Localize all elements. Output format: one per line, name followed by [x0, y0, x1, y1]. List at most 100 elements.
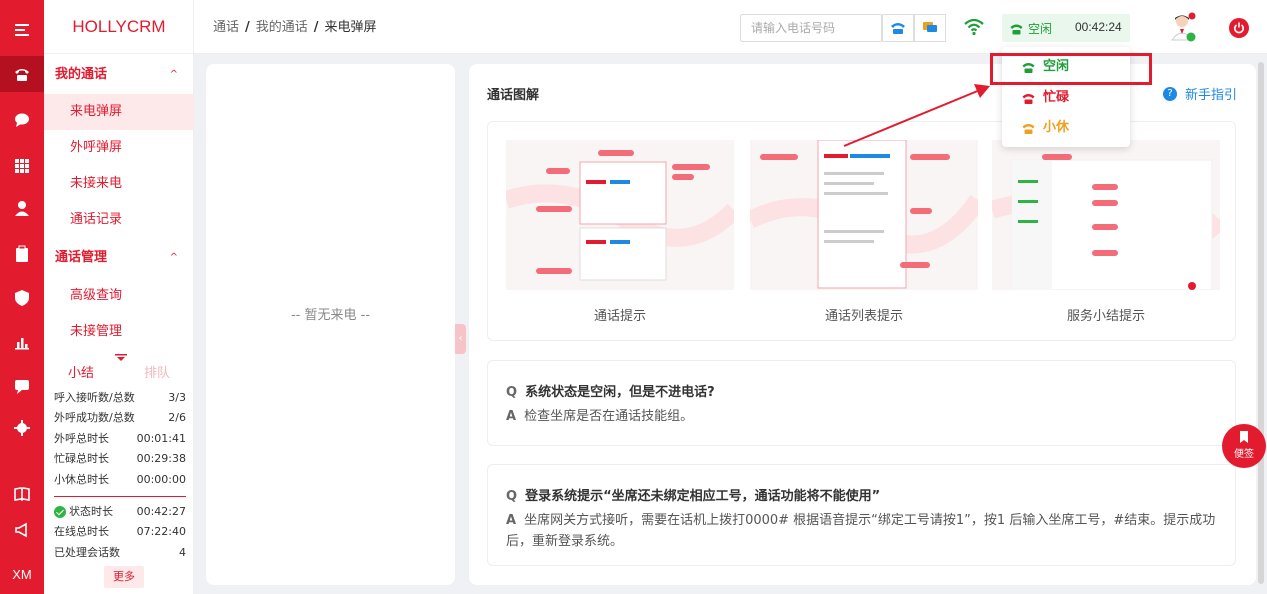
highlight-box: [990, 53, 1152, 85]
message-button[interactable]: [914, 14, 946, 42]
settings-nav-icon[interactable]: [0, 410, 44, 446]
faq-answer: A 坐席网关方式接听，需要在话机上拨打0000# 根据语音提示“绑定工号请按1”，…: [506, 510, 1218, 552]
stat-label: 小休总时长: [54, 473, 109, 486]
status-timer: 00:42:24: [1075, 20, 1122, 34]
beginner-guide-link[interactable]: ? 新手指引: [1163, 84, 1237, 103]
tab-queue[interactable]: 排队: [144, 362, 170, 381]
faq-item: Q 系统状态是空闲，但是不进电话? A 检查坐席是否在通话技能组。: [487, 360, 1236, 446]
stat-row: 状态时长 00:42:27: [54, 502, 186, 522]
faq-item: Q 登录系统提示“坐席还未绑定相应工号，通话功能将不能使用” A 坐席网关方式接听，…: [487, 464, 1236, 566]
faq-question-text: 登录系统提示“坐席还未绑定相应工号，通话功能将不能使用”: [525, 489, 881, 504]
stat-label: 呼入接听数/总数: [54, 391, 135, 404]
illustration-box: 通话提示 通话列表提示 服务小结提示: [487, 121, 1236, 341]
bookmark-icon: [1240, 431, 1248, 443]
dial-button[interactable]: [882, 14, 914, 42]
breadcrumb: 通话 / 我的通话 / 来电弹屏: [213, 20, 377, 35]
call-tip-illustration[interactable]: [506, 140, 734, 290]
user-nav-icon[interactable]: [0, 190, 44, 226]
icon-rail: XM: [0, 0, 44, 594]
stat-value: 2/6: [168, 411, 186, 424]
stat-label: 外呼成功数/总数: [54, 411, 135, 424]
check-circle-icon: [54, 506, 66, 518]
menu-toggle-icon[interactable]: [0, 12, 44, 48]
menu-advanced-search[interactable]: 高级查询: [44, 278, 194, 314]
menu-outbound-popup[interactable]: 外呼弹屏: [44, 130, 194, 166]
menu-call-records[interactable]: 通话记录: [44, 202, 194, 238]
thumb-caption: 服务小结提示: [1066, 309, 1145, 324]
menu-missed-calls[interactable]: 未接来电: [44, 166, 194, 202]
menu-missed-management[interactable]: 未接管理: [44, 314, 194, 350]
stat-value: 4: [179, 546, 186, 559]
stat-row: 已处理会话数 4: [54, 543, 186, 563]
group-call-management[interactable]: 通话管理 ^: [44, 240, 194, 276]
chart-nav-icon[interactable]: [0, 324, 44, 360]
avatar[interactable]: [1170, 12, 1196, 42]
incoming-call-panel: -- 暂无来电 --: [206, 64, 455, 585]
tab-summary[interactable]: 小结: [68, 362, 94, 381]
stat-row: 外呼总时长 00:01:41: [54, 429, 186, 449]
guide-label: 新手指引: [1185, 88, 1238, 103]
service-summary-illustration[interactable]: [992, 140, 1220, 290]
breadcrumb-item[interactable]: 通话: [213, 20, 239, 35]
no-call-text: -- 暂无来电 --: [290, 308, 371, 323]
answer-mark-label: A: [506, 409, 517, 424]
question-mark-label: Q: [506, 489, 518, 504]
stat-row: 呼入接听数/总数 3/3: [54, 388, 186, 408]
stat-label: 在线总时长: [54, 525, 109, 538]
book-nav-icon[interactable]: [0, 476, 44, 512]
stat-value: 3/3: [168, 391, 186, 404]
chevron-up-icon: ^: [169, 69, 178, 80]
stat-row: 忙碌总时长 00:29:38: [54, 449, 186, 469]
status-option-busy[interactable]: 忙碌: [1002, 84, 1130, 112]
stat-value: 07:22:40: [136, 525, 186, 538]
faq-question-text: 系统状态是空闲，但是不进电话?: [525, 385, 715, 400]
power-icon: [1234, 22, 1244, 34]
stat-value: 00:01:41: [136, 432, 186, 445]
phone-icon: [891, 23, 905, 34]
faq-question: Q 登录系统提示“坐席还未绑定相应工号，通话功能将不能使用”: [506, 485, 880, 504]
stat-row: 在线总时长 07:22:40: [54, 522, 186, 542]
menu-incoming-popup[interactable]: 来电弹屏: [44, 94, 194, 130]
stat-row: 外呼成功数/总数 2/6: [54, 408, 186, 428]
sidebar: HOLLYCRM 我的通话 ^ 来电弹屏 外呼弹屏 未接来电 通话记录 通话管理…: [44, 0, 194, 594]
agent-status-toggle[interactable]: 空闲 00:42:24: [1002, 14, 1130, 42]
app-logo: HOLLYCRM: [44, 0, 194, 54]
collapse-arrow-icon[interactable]: [115, 354, 127, 362]
phone-number-input[interactable]: [740, 14, 882, 42]
chat-nav-icon[interactable]: [0, 102, 44, 138]
shield-nav-icon[interactable]: [0, 280, 44, 316]
question-mark-label: Q: [506, 385, 518, 400]
scrollbar[interactable]: [1258, 62, 1264, 584]
stat-label: 已处理会话数: [54, 546, 120, 559]
message-nav-icon[interactable]: [0, 368, 44, 404]
announcement-nav-icon[interactable]: [0, 512, 44, 548]
clipboard-nav-icon[interactable]: [0, 236, 44, 272]
group-my-calls-label: 我的通话: [55, 67, 108, 82]
stats-divider: [54, 496, 186, 497]
user-initials: XM: [0, 556, 44, 592]
grid-nav-icon[interactable]: [0, 148, 44, 184]
wifi-icon: [964, 18, 984, 36]
stat-value: 00:42:27: [136, 505, 186, 518]
stat-value: 00:00:00: [136, 473, 186, 486]
thumb-caption: 通话列表提示: [824, 309, 903, 324]
call-list-tip-illustration[interactable]: [750, 140, 978, 290]
phone-nav-icon[interactable]: [0, 56, 44, 92]
collapse-panel-handle[interactable]: ‹: [455, 324, 466, 354]
group-my-calls[interactable]: 我的通话 ^: [44, 57, 194, 93]
phone-icon: [1022, 93, 1035, 104]
breadcrumb-item[interactable]: 我的通话: [256, 20, 308, 35]
summary-tabs: 小结 排队: [44, 354, 194, 388]
memo-button[interactable]: 便签: [1222, 424, 1266, 468]
more-button[interactable]: 更多: [104, 566, 144, 588]
logout-button[interactable]: [1229, 18, 1249, 38]
faq-answer-text: 坐席网关方式接听，需要在话机上拨打0000# 根据语音提示“绑定工号请按1”，按…: [506, 513, 1216, 549]
status-option-rest[interactable]: 小休: [1002, 114, 1130, 142]
group-call-management-label: 通话管理: [55, 250, 108, 265]
chat-bubble-icon: [923, 22, 937, 32]
status-option-label: 小休: [1043, 120, 1070, 135]
annotation-arrow-icon: [843, 84, 990, 147]
phone-icon: [1010, 24, 1023, 34]
phone-icon: [1022, 123, 1035, 134]
panel-title: 通话图解: [487, 88, 540, 103]
